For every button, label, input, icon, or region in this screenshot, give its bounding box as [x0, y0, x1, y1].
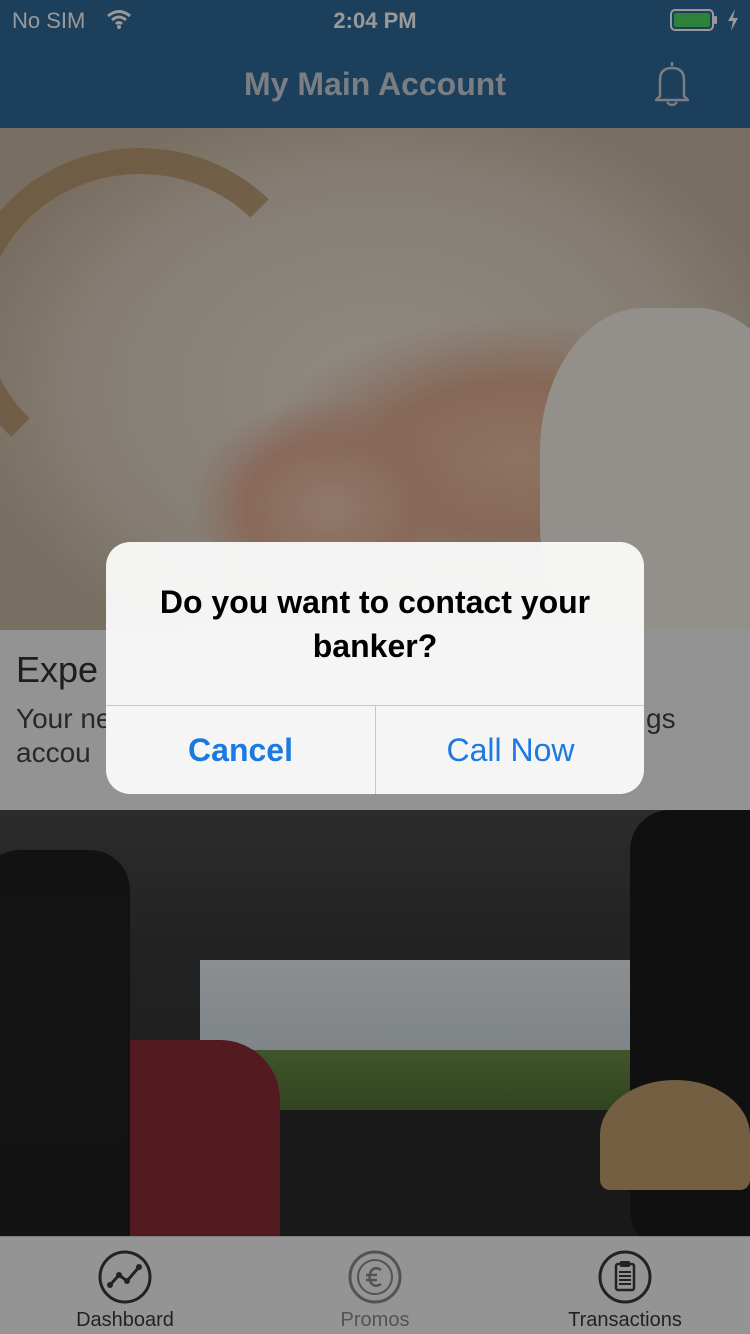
- alert-message: Do you want to contact your banker?: [159, 584, 591, 664]
- call-now-button[interactable]: Call Now: [376, 706, 644, 794]
- cancel-button[interactable]: Cancel: [106, 706, 375, 794]
- contact-banker-alert: Do you want to contact your banker? Canc…: [106, 542, 644, 794]
